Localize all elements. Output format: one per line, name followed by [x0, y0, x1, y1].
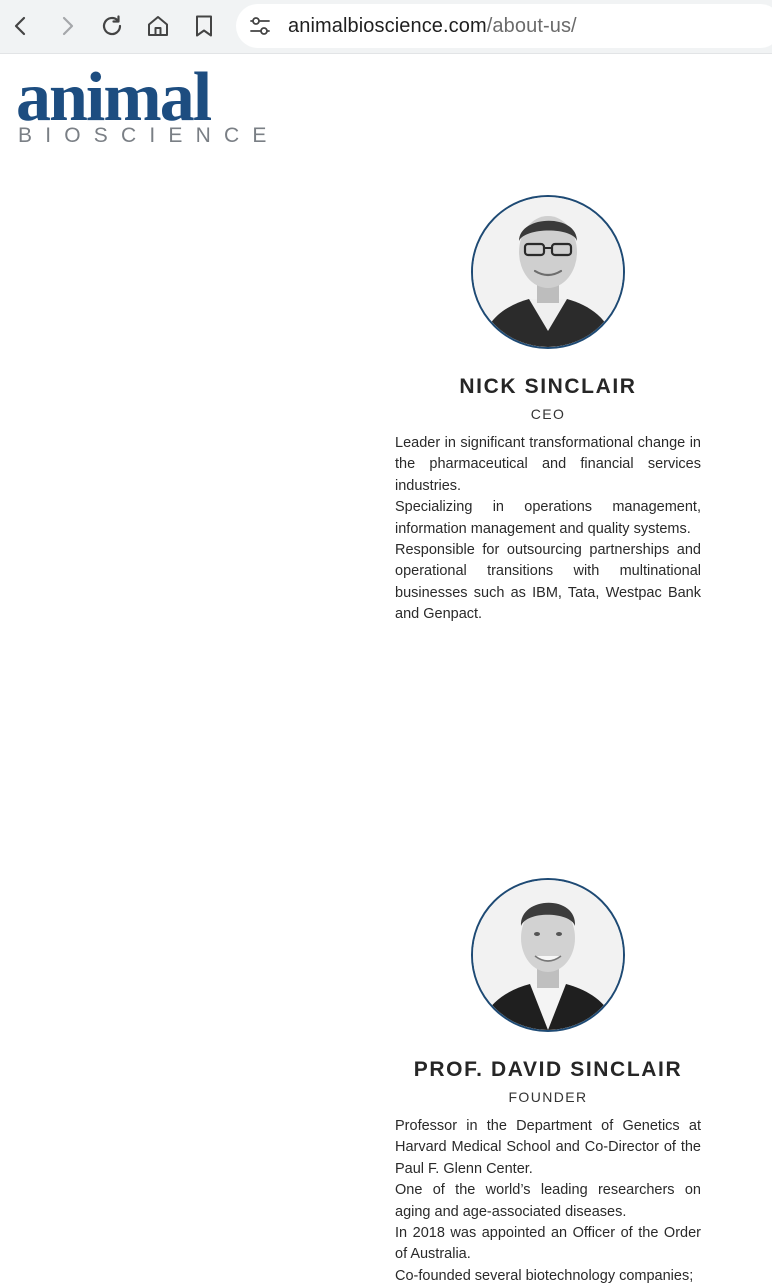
- site-logo[interactable]: animal BIOSCIENCE: [16, 59, 266, 150]
- home-icon: [148, 16, 168, 36]
- url-text: animalbioscience.com/about-us/: [288, 15, 577, 37]
- avatar: [471, 195, 625, 349]
- site-settings-icon[interactable]: [248, 15, 272, 37]
- home-button[interactable]: [141, 9, 175, 43]
- member-bio: Leader in significant transformational c…: [395, 433, 701, 626]
- url-path: /about-us/: [486, 15, 577, 37]
- bio-line: Responsible for outsourcing partnerships…: [395, 542, 701, 623]
- chevron-right-icon: [62, 16, 74, 36]
- bio-line: Professor in the Department of Genetics …: [395, 1118, 701, 1177]
- chevron-left-icon: [14, 16, 26, 36]
- member-name: PROF. DAVID SINCLAIR: [413, 1058, 683, 1081]
- forward-button[interactable]: [50, 9, 84, 43]
- browser-toolbar: animalbioscience.com/about-us/: [0, 0, 772, 54]
- bio-line: Co-founded several biotechnology compani…: [395, 1267, 694, 1284]
- member-role: CEO: [530, 406, 566, 422]
- member-role: FOUNDER: [508, 1089, 588, 1105]
- bio-line: Specializing in operations management, i…: [395, 499, 701, 537]
- member-bio: Professor in the Department of Genetics …: [395, 1116, 701, 1287]
- reload-button[interactable]: [95, 9, 129, 43]
- bio-line: In 2018 was appointed an Officer of the …: [395, 1225, 701, 1263]
- logo-wordmark: animal: [16, 59, 212, 136]
- url-domain: animalbioscience.com: [288, 15, 487, 37]
- bio-line: Leader in significant transformational c…: [395, 435, 701, 494]
- back-button[interactable]: [4, 9, 38, 43]
- bookmark-button[interactable]: [187, 9, 221, 43]
- address-bar[interactable]: animalbioscience.com/about-us/: [236, 4, 772, 48]
- bio-line: One of the world’s leading researchers o…: [395, 1182, 701, 1220]
- member-name: NICK SINCLAIR: [459, 375, 637, 398]
- reload-icon: [102, 15, 122, 36]
- logo-subtitle: BIOSCIENCE: [18, 124, 280, 147]
- bookmark-icon: [196, 15, 212, 37]
- avatar: [471, 878, 625, 1032]
